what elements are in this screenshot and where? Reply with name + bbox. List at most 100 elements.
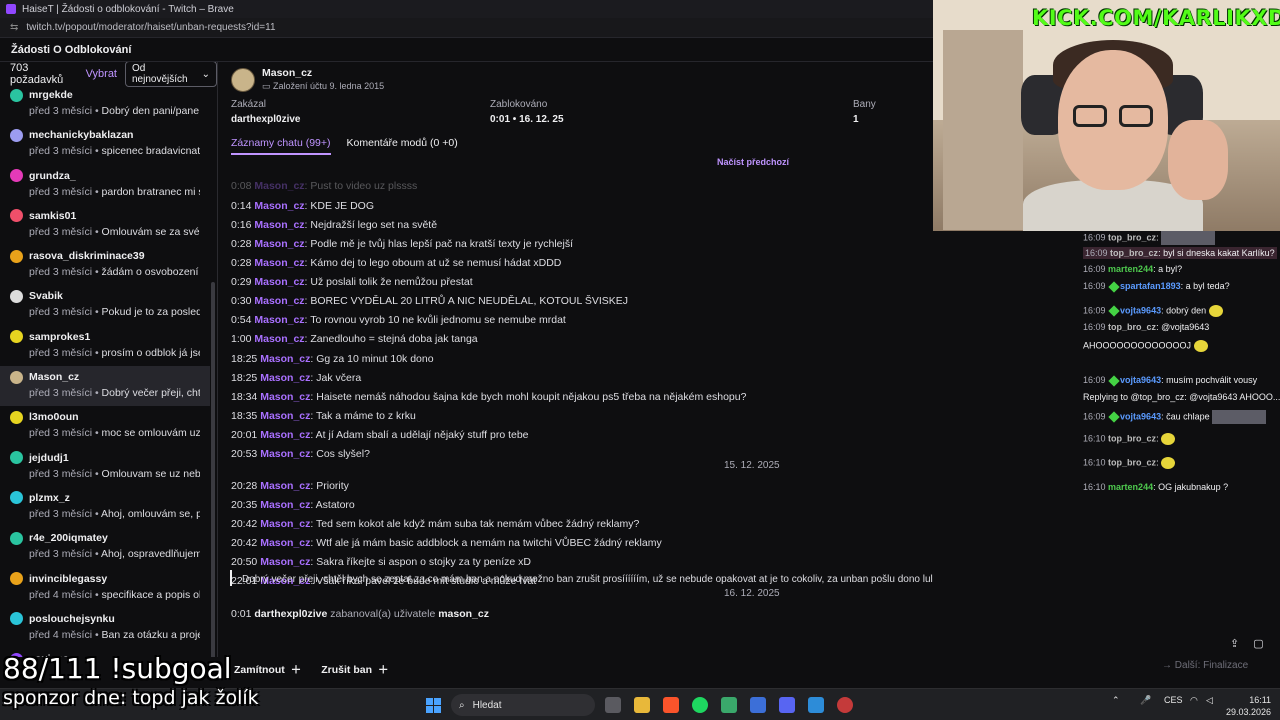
chat-username[interactable]: Mason_cz [260,480,310,492]
discord-icon[interactable] [779,697,795,713]
request-list-item[interactable]: r4e_200iqmatey před 3 měsíci • Ahoj, ospr… [0,527,210,567]
photos-icon[interactable] [808,697,824,713]
chat-time: 0:30 [231,295,252,307]
request-list-item[interactable]: rasova_diskriminace39 před 3 měsíci • žád… [0,245,210,285]
language-indicator[interactable]: CES [1164,695,1183,705]
request-list-item[interactable]: poslouchejsynku před 4 měsíci • Ban za ot… [0,608,210,648]
chat-username[interactable]: Mason_cz [254,257,304,269]
chat-username[interactable]: Mason_cz [254,200,304,212]
chat-username[interactable]: Mason_cz [254,276,304,288]
excel-icon[interactable] [721,697,737,713]
taskbar-clock[interactable]: 16:11 29.03.2026 [1226,694,1271,718]
request-list-item[interactable]: jejdudj1 před 3 měsíci • Omlouvam se uz n… [0,447,210,487]
app-icon[interactable] [750,697,766,713]
task-view-icon[interactable] [605,697,621,713]
request-username: plzmx_z [29,491,70,504]
spotify-icon[interactable] [692,697,708,713]
tab-chat-logs[interactable]: Záznamy chatu (99+) [231,137,331,155]
unban-button[interactable]: Zrušit ban ＋ [317,660,392,679]
chat-username[interactable]: Mason_cz [254,333,304,345]
chat-username[interactable]: Mason_cz [260,448,310,460]
request-list-item[interactable]: samkis01 před 3 měsíci • Omlouvám se za s… [0,205,210,245]
request-list-item[interactable]: Mason_cz před 3 měsíci • Dobrý večer přej… [0,366,210,407]
chat-username[interactable]: Mason_cz [260,537,310,549]
request-list-item[interactable]: grundza_ před 3 měsíci • pardon bratranec… [0,165,210,205]
reject-button[interactable]: Zamítnout ＋ [230,660,305,679]
request-message: Dobrý den pani/pane mo [101,105,200,117]
chat-username[interactable]: Mason_cz [254,238,304,250]
tray-chevron-icon[interactable]: ⌃ [1112,695,1120,706]
request-list-item[interactable]: mechanickybaklazan před 3 měsíci • spicen… [0,124,210,164]
recording-icon[interactable] [837,697,853,713]
next-finalize-button[interactable]: → Další: Finalizace [1162,660,1248,671]
wifi-icon[interactable]: ◠ [1190,695,1198,706]
avatar [10,249,23,263]
chat-username[interactable]: Mason_cz [254,295,304,307]
chat-username[interactable]: Mason_cz [260,499,310,511]
windows-start-icon[interactable] [426,698,441,713]
chat-text: Gg za 10 minut 10k dono [316,353,434,365]
stream-chat-message: 16:10 top_bro_cz: [1083,433,1176,445]
comment-icon[interactable]: ▢ [1253,637,1263,650]
chat-username[interactable]: Mason_cz [254,180,304,192]
request-list-item[interactable]: samprokes1 před 3 měsíci • prosím o odblo… [0,326,210,366]
chat-message: 20:42 Mason_cz: Wtf ale já mám basic add… [231,537,662,549]
volume-icon[interactable]: ◁ [1206,695,1213,706]
stream-chat-user: top_bro_cz [1110,248,1159,258]
chat-username[interactable]: Mason_cz [254,314,304,326]
request-username: mrgekde [29,89,73,101]
taskbar-search[interactable]: ⌕ Hledat [451,694,595,716]
select-button[interactable]: Vybrat [86,68,117,80]
load-previous-button[interactable]: Načíst předchozí [717,157,789,167]
chat-text: Haisete nemáš náhodou šajna kde bych moh… [316,391,747,403]
detail-tabs: Záznamy chatu (99+) Komentáře modů (0 +0… [231,137,458,155]
request-message: pardon bratranec mi sebr [101,185,200,198]
chat-message: 20:50 Mason_cz: Sakra říkejte si aspon o… [231,556,531,568]
chat-username[interactable]: Mason_cz [260,391,310,403]
request-list-item[interactable]: l3mo0oun před 3 měsíci • moc se omlouvám … [0,406,210,446]
chat-username[interactable]: Mason_cz [260,410,310,422]
request-username: rasova_diskriminace39 [29,250,145,263]
tab-mod-comments[interactable]: Komentáře modů (0 +0) [347,137,458,155]
calendar-icon: ▭ [262,81,274,91]
chat-message: 18:25 Mason_cz: Gg za 10 minut 10k dono [231,353,434,365]
avatar[interactable] [231,67,255,92]
chat-username[interactable]: Mason_cz [254,219,304,231]
search-icon: ⌕ [459,699,465,711]
emote-image-icon [1212,410,1267,424]
chat-text: Podle mě je tvůj hlas lepší pač na kratš… [310,238,574,250]
stream-chat-user: spartafan1893 [1120,281,1181,291]
chat-username[interactable]: Mason_cz [260,353,310,365]
request-list-item[interactable]: plzmx_z před 3 měsíci • Ahoj, omlouvám se… [0,487,210,527]
stream-chat-text: byl si dneska kakat Karlíku? [1163,248,1275,258]
request-preview: před 3 měsíci • žádám o osvobození z ba [10,266,200,278]
request-list-item[interactable]: mrgekde před 3 měsíci • Dobrý den pani/pa… [0,84,210,124]
brave-browser-icon[interactable] [663,697,679,713]
badge-icon [1108,411,1120,423]
request-list-item[interactable]: Svabik před 3 měsíci • Pokud je to za pos… [0,285,210,325]
site-info-icon[interactable]: ⇆ [10,22,18,33]
file-explorer-icon[interactable] [634,697,650,713]
chat-username[interactable]: Mason_cz [260,429,310,441]
share-icon[interactable]: ⇪ [1230,637,1239,650]
chat-username[interactable]: Mason_cz [260,556,310,568]
chat-username[interactable]: Mason_cz [260,518,310,530]
microphone-icon[interactable]: 🎤 [1140,695,1151,706]
chat-username[interactable]: Mason_cz [260,372,310,384]
chat-text: Sakra říkejte si aspon o stojky za ty pe… [316,556,531,568]
blocked-value: 0:01 • 16. 12. 25 [490,114,564,125]
request-user: rasova_diskriminace39 [10,248,200,264]
stream-chat-time: 16:09 [1083,281,1106,291]
chat-time: 1:00 [231,333,252,345]
chat-time: 20:42 [231,518,258,530]
sidebar-scrollbar[interactable] [211,282,215,657]
chat-time: 0:16 [231,219,252,231]
url-text[interactable]: twitch.tv/popout/moderator/haiset/unban-… [26,22,275,33]
ban-moderator[interactable]: darthexpl0zive [254,608,327,620]
chat-message: 18:35 Mason_cz: Tak a máme to z krku [231,410,416,422]
ban-target[interactable]: mason_cz [438,608,489,620]
username[interactable]: Mason_cz [262,67,384,79]
chat-text: Tak a máme to z krku [316,410,416,422]
request-message: Ban za otázku a projeven [101,628,200,641]
streamer-hand [1168,120,1228,200]
